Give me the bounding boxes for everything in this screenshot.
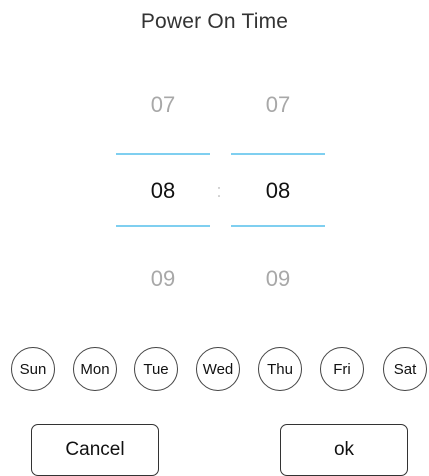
cancel-button[interactable]: Cancel bbox=[31, 424, 159, 476]
day-toggle-tue[interactable]: Tue bbox=[134, 347, 178, 391]
minute-previous-value[interactable]: 07 bbox=[231, 90, 325, 120]
hour-bottom-selection-line bbox=[116, 225, 210, 227]
minute-bottom-selection-line bbox=[231, 225, 325, 227]
minute-next-value[interactable]: 09 bbox=[231, 264, 325, 294]
day-toggle-sat[interactable]: Sat bbox=[383, 347, 427, 391]
day-toggle-fri[interactable]: Fri bbox=[320, 347, 364, 391]
weekday-selector: Sun Mon Tue Wed Thu Fri Sat bbox=[0, 347, 429, 393]
hour-next-value[interactable]: 09 bbox=[116, 264, 210, 294]
minute-selected-value[interactable]: 08 bbox=[231, 176, 325, 206]
dialog-title: Power On Time bbox=[140, 10, 289, 33]
day-toggle-sun[interactable]: Sun bbox=[11, 347, 55, 391]
day-toggle-thu[interactable]: Thu bbox=[258, 347, 302, 391]
ok-button[interactable]: ok bbox=[280, 424, 408, 476]
day-toggle-wed[interactable]: Wed bbox=[196, 347, 240, 391]
time-separator: : bbox=[216, 181, 222, 201]
hour-top-selection-line bbox=[116, 153, 210, 155]
day-toggle-mon[interactable]: Mon bbox=[73, 347, 117, 391]
minute-top-selection-line bbox=[231, 153, 325, 155]
hour-previous-value[interactable]: 07 bbox=[116, 90, 210, 120]
hour-selected-value[interactable]: 08 bbox=[116, 176, 210, 206]
